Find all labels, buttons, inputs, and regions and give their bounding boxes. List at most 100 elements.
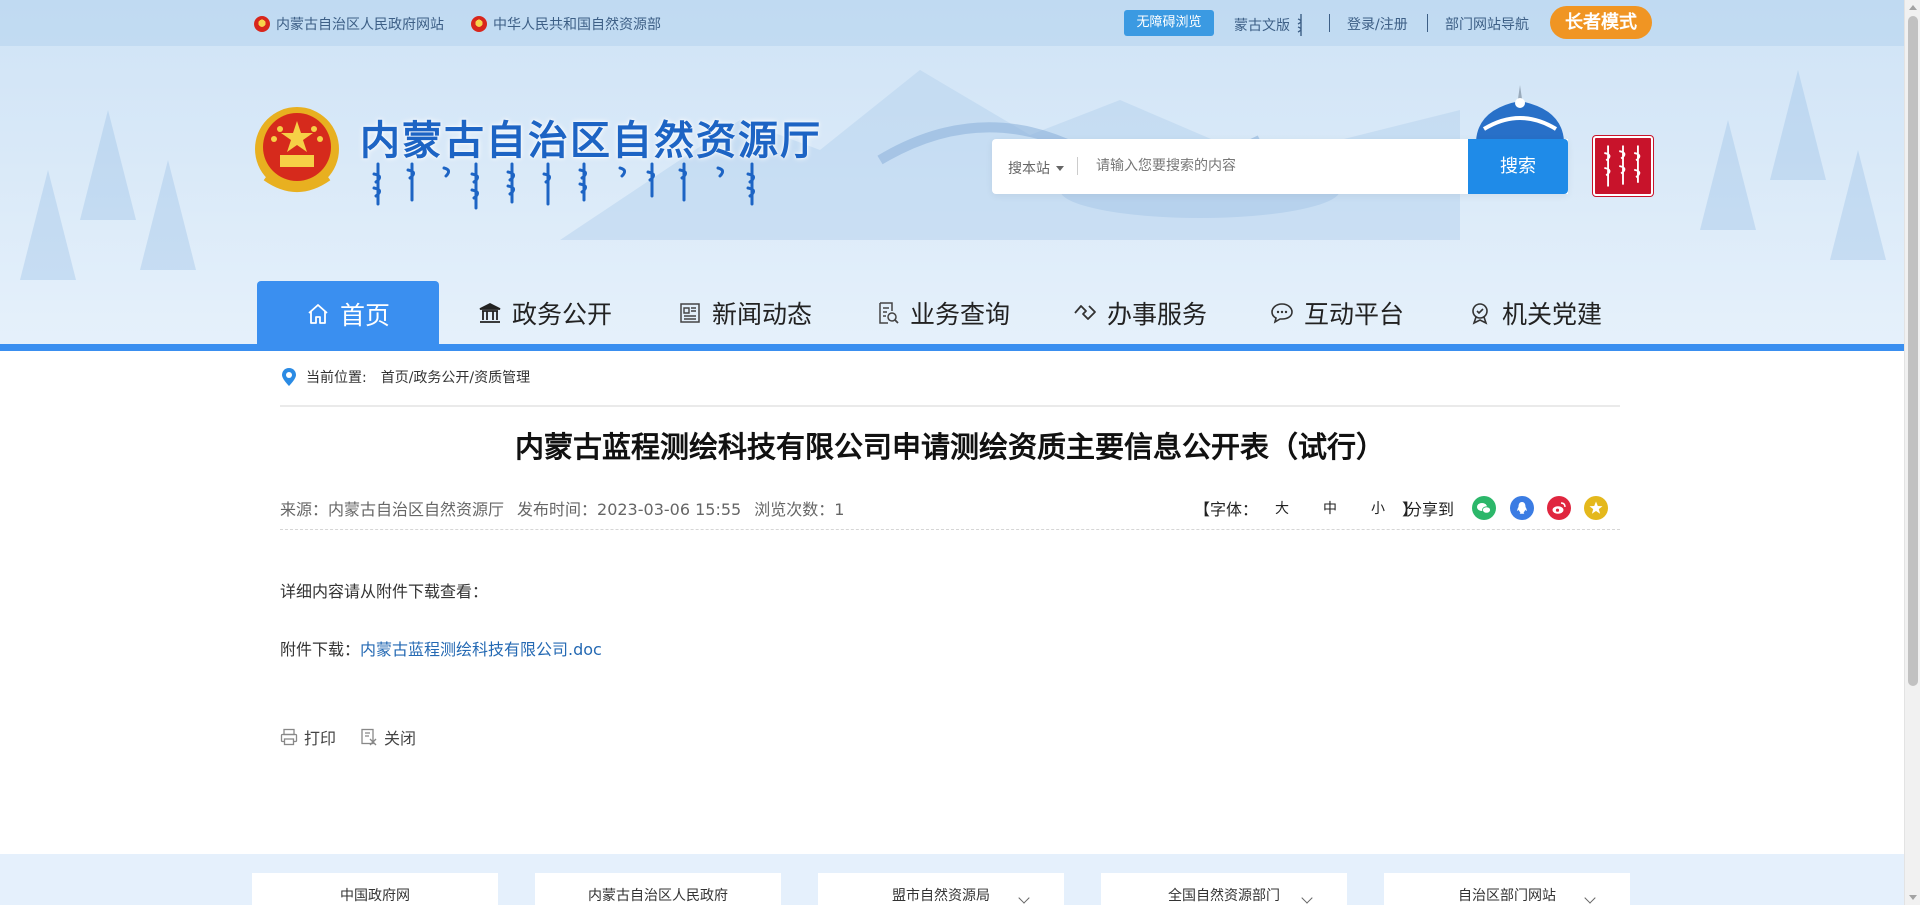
chevron-down-icon (1301, 892, 1313, 904)
elder-mode-button[interactable]: 长者模式 (1550, 6, 1652, 39)
nav-item-business-query[interactable]: 业务查询 (858, 280, 1028, 346)
nav-item-label: 业务查询 (909, 300, 1010, 329)
scrollbar-thumb[interactable] (1908, 16, 1918, 686)
tree-decoration (20, 170, 76, 280)
breadcrumb-label: 当前位置: (306, 370, 367, 386)
share-label: 分享到 (1406, 500, 1455, 519)
national-emblem-logo (255, 107, 339, 192)
tree-decoration (140, 160, 196, 270)
nav-item-services[interactable]: 办事服务 (1055, 280, 1225, 346)
nav-item-news[interactable]: 新闻动态 (660, 280, 830, 346)
article-publish-time: 发布时间：2023-03-06 15:55 (517, 500, 742, 519)
font-size-label: 【字体： (1194, 500, 1259, 519)
location-pin-icon (282, 368, 296, 386)
page: 内蒙古自治区人民政府网站 中华人民共和国自然资源部 无障碍浏览 蒙古文版 登录/… (0, 0, 1904, 905)
font-size-large[interactable]: 大 (1266, 498, 1298, 518)
wechat-icon[interactable] (1472, 496, 1496, 520)
scroll-up-arrow-icon[interactable] (1909, 5, 1917, 10)
dept-nav-link[interactable]: 部门网站导航 (1445, 14, 1529, 34)
document-search-icon (879, 302, 899, 324)
party-badge-icon (1472, 303, 1488, 325)
ministry-link-label: 中华人民共和国自然资源部 (493, 17, 661, 33)
caret-down-icon (1056, 165, 1064, 171)
yurt-icon (1476, 85, 1564, 141)
search-divider (1077, 157, 1078, 175)
footer-link-label: 内蒙古自治区人民政府 (588, 888, 728, 904)
chevron-down-icon (1584, 892, 1596, 904)
breadcrumb: 当前位置: 首页/政务公开/资质管理 (280, 367, 530, 387)
article-title: 内蒙古蓝程测绘科技有限公司申请测绘资质主要信息公开表（试行） (514, 430, 1385, 464)
nav-underline (0, 344, 1904, 351)
mongolian-title-script (372, 162, 755, 210)
font-size-medium[interactable]: 中 (1314, 498, 1346, 518)
font-size-selector: 【字体： 大 中 小 】 (1194, 496, 1418, 520)
nav-item-interactive[interactable]: 互动平台 (1252, 280, 1422, 346)
site-title: 内蒙古自治区自然资源厅 (360, 118, 822, 164)
close-document-icon (361, 728, 377, 746)
topbar-separator (1427, 14, 1428, 32)
search-scope-dropdown[interactable]: 搜本站 (1008, 158, 1064, 178)
weibo-icon[interactable] (1547, 496, 1571, 520)
vertical-scrollbar[interactable] (1904, 0, 1920, 905)
nav-item-label: 新闻动态 (711, 300, 812, 329)
qq-icon[interactable] (1510, 496, 1534, 520)
tree-decoration (80, 110, 136, 220)
mongolian-version-label: 蒙古文版 (1234, 18, 1290, 34)
header: 内蒙古自治区人民政府网站 中华人民共和国自然资源部 无障碍浏览 蒙古文版 登录/… (0, 0, 1904, 351)
article-source: 来源：内蒙古自治区自然资源厅 (280, 500, 505, 519)
national-emblem-icon (254, 16, 270, 32)
government-building-icon (479, 302, 501, 323)
chat-icon (1271, 303, 1293, 324)
print-label: 打印 (304, 729, 337, 748)
footer-link-china-gov[interactable]: 中国政府网 (252, 873, 498, 905)
tree-decoration (1700, 120, 1756, 230)
printer-icon (280, 728, 298, 746)
nav-item-label: 互动平台 (1303, 300, 1404, 329)
article-views: 浏览次数：1 (754, 500, 845, 519)
nav-item-label: 首页 (339, 301, 390, 330)
qzone-icon[interactable] (1584, 496, 1608, 520)
gov-site-link[interactable]: 内蒙古自治区人民政府网站 (254, 14, 444, 34)
national-emblem-icon (471, 16, 487, 32)
footer-link-label: 自治区部门网站 (1458, 888, 1556, 904)
attachment-download-link[interactable]: 内蒙古蓝程测绘科技有限公司.doc (360, 640, 602, 659)
tree-decoration (1830, 150, 1886, 260)
dashed-divider (280, 529, 1620, 530)
article-actions: 打印 关闭 (280, 725, 416, 749)
search-scope-label: 搜本站 (1008, 161, 1050, 177)
accessible-browsing-button[interactable]: 无障碍浏览 (1124, 10, 1214, 36)
scroll-down-arrow-icon[interactable] (1909, 895, 1917, 900)
close-button[interactable]: 关闭 (360, 725, 416, 749)
article-meta: 来源：内蒙古自治区自然资源厅 发布时间：2023-03-06 15:55 浏览次… (280, 496, 844, 520)
font-size-small[interactable]: 小 (1362, 498, 1394, 518)
footer-select-national-dept[interactable]: 全国自然资源部门 (1101, 873, 1347, 905)
red-seal-logo (1593, 136, 1653, 196)
mongolian-version-link[interactable]: 蒙古文版 (1234, 14, 1306, 36)
tree-decoration (1770, 70, 1826, 180)
topbar-separator (1329, 14, 1330, 32)
footer-link-label: 盟市自然资源局 (892, 888, 990, 904)
breadcrumb-path[interactable]: 首页/政务公开/资质管理 (381, 367, 530, 387)
footer-select-region-dept[interactable]: 自治区部门网站 (1384, 873, 1630, 905)
main-nav: 首页 政务公开 新闻动态 业务查询 办事服务 互动平台 机关党建 (0, 280, 1904, 351)
close-label: 关闭 (384, 729, 417, 748)
footer-link-imar-gov[interactable]: 内蒙古自治区人民政府 (535, 873, 781, 905)
handshake-icon (1074, 305, 1096, 320)
print-button[interactable]: 打印 (280, 725, 336, 749)
nav-item-label: 办事服务 (1106, 300, 1207, 329)
news-icon (680, 303, 700, 323)
search-input[interactable] (1096, 149, 1456, 183)
home-icon (308, 304, 328, 324)
login-link[interactable]: 登录/注册 (1347, 14, 1408, 34)
search-button[interactable]: 搜索 (1468, 139, 1568, 194)
gov-site-link-label: 内蒙古自治区人民政府网站 (276, 17, 444, 33)
nav-item-party-building[interactable]: 机关党建 (1450, 280, 1620, 346)
ministry-link[interactable]: 中华人民共和国自然资源部 (471, 14, 661, 34)
nav-item-home[interactable]: 首页 (257, 281, 439, 347)
footer-link-label: 中国政府网 (340, 888, 410, 904)
attachment-row: 附件下载：内蒙古蓝程测绘科技有限公司.doc (280, 636, 602, 660)
footer-select-league-city[interactable]: 盟市自然资源局 (818, 873, 1064, 905)
chevron-down-icon (1018, 892, 1030, 904)
nav-item-gov-affairs[interactable]: 政务公开 (460, 280, 630, 346)
mongolian-script-icon (1297, 14, 1302, 36)
